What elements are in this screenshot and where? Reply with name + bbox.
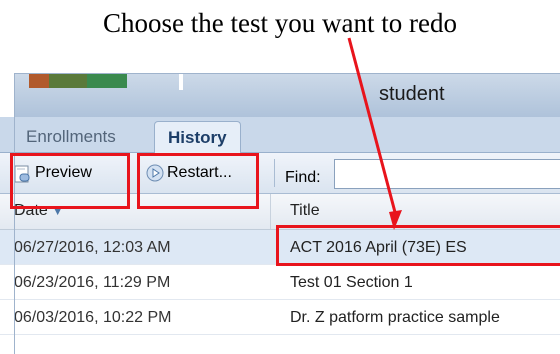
tab-enrollments[interactable]: Enrollments (13, 121, 129, 152)
table-row[interactable]: 06/03/2016, 10:22 PM Dr. Z patform pract… (0, 300, 560, 335)
find-input[interactable] (334, 159, 560, 189)
cell-date: 06/27/2016, 12:03 AM (14, 239, 171, 256)
cell-title: Dr. Z patform practice sample (290, 309, 500, 326)
column-header-title[interactable]: Title (290, 202, 320, 220)
app-window: student Enrollments History Preview Rest… (0, 73, 560, 354)
highlight-preview (10, 153, 130, 209)
tab-history[interactable]: History (154, 121, 241, 154)
table-row[interactable]: 06/23/2016, 11:29 PM Test 01 Section 1 (0, 265, 560, 300)
cell-title: Test 01 Section 1 (290, 274, 413, 291)
highlight-restart (137, 153, 259, 209)
app-logo (29, 74, 183, 94)
column-divider (270, 194, 271, 229)
highlight-selected-title (276, 225, 560, 266)
title-bar: student (14, 73, 560, 118)
tab-strip: Enrollments History (0, 117, 560, 154)
window-border (14, 73, 15, 354)
toolbar-separator (274, 159, 275, 187)
window-title: student (379, 83, 445, 105)
column-header-title-label: Title (290, 202, 320, 219)
cell-date: 06/03/2016, 10:22 PM (14, 309, 172, 326)
cell-date: 06/23/2016, 11:29 PM (14, 274, 171, 291)
annotation-caption: Choose the test you want to redo (103, 8, 457, 38)
find-label: Find: (285, 169, 321, 186)
